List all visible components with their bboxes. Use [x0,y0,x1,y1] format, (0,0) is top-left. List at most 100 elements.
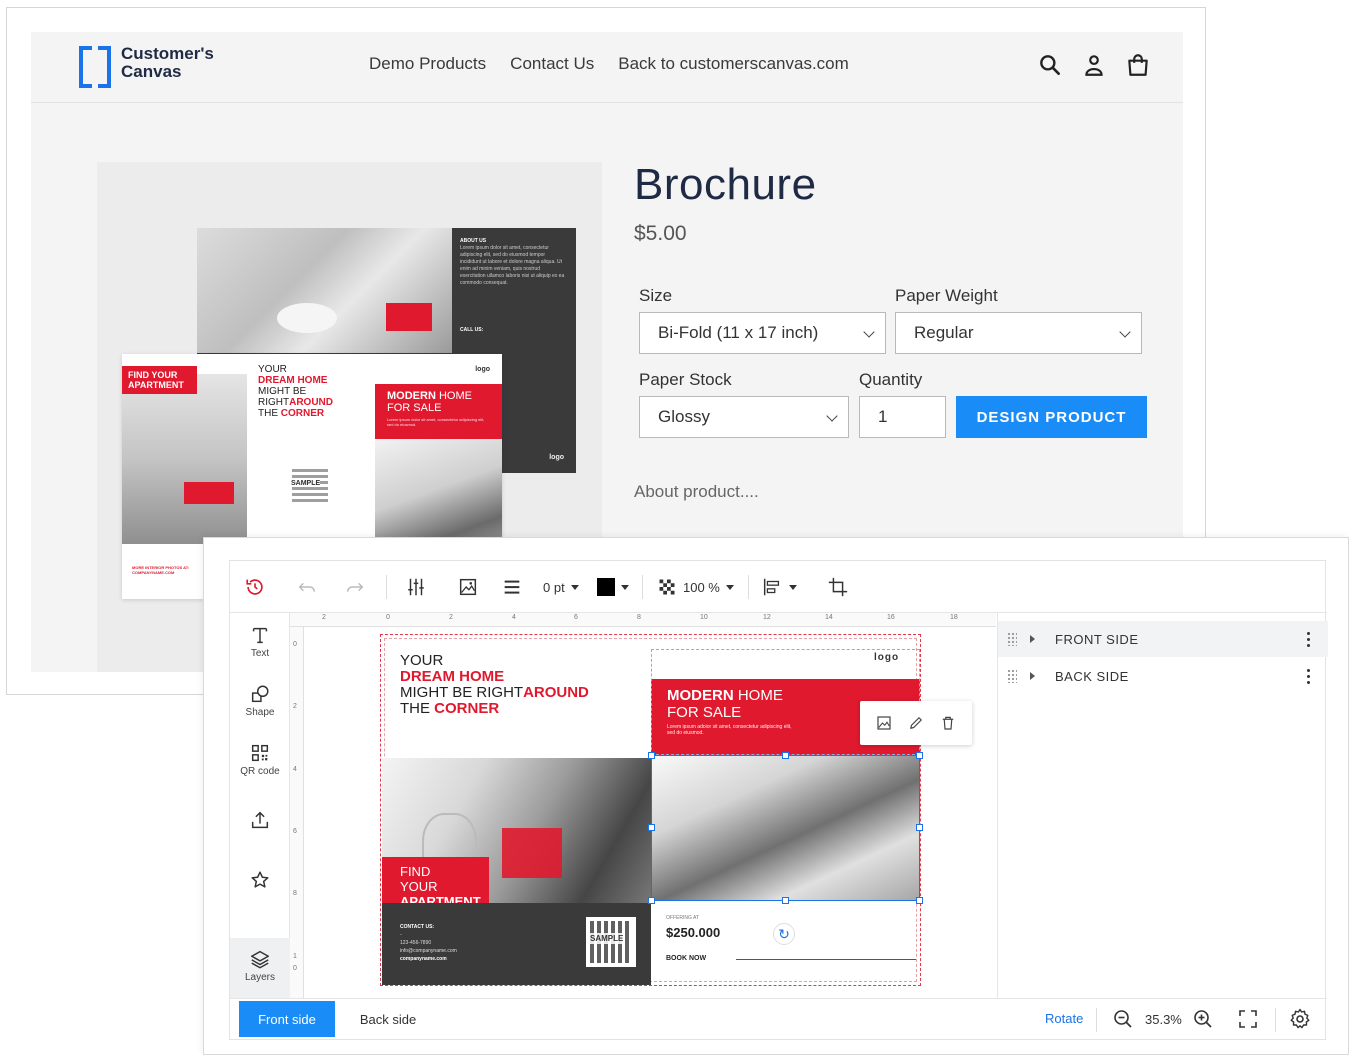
nav-contact-us[interactable]: Contact Us [510,54,594,74]
qr-code-tool[interactable]: QR code [230,742,290,777]
price-text[interactable]: $250.000 [666,925,720,940]
more-options-icon[interactable] [1307,631,1311,647]
layers-tool-content: Layers [230,948,290,983]
account-icon[interactable] [1081,52,1107,78]
align-dropdown[interactable] [761,575,797,599]
shape-tool[interactable]: Shape [230,683,290,718]
modern-home-banner: MODERN HOME FOR SALE Lorem ipsum dolor s… [375,384,502,439]
bottom-divider [1275,1008,1276,1032]
align-left-icon [763,578,780,596]
surface-label-back: BACK SIDE [1055,668,1129,684]
crop-button[interactable] [827,575,849,599]
design-canvas[interactable]: YOUR DREAM HOME MIGHT BE RIGHTAROUND THE… [305,628,996,998]
drag-handle-icon[interactable] [1007,632,1017,646]
resize-handle[interactable] [782,752,789,759]
delete-trash-icon[interactable] [939,714,957,732]
resize-handle[interactable] [648,752,655,759]
design-product-button[interactable]: DESIGN PRODUCT [956,396,1147,438]
expand-triangle-icon[interactable] [1030,635,1035,643]
resize-handle[interactable] [916,897,923,904]
stroke-style-button[interactable] [501,575,523,599]
redo-button[interactable] [344,575,366,599]
ruler-label: 2 [322,614,326,621]
resize-handle[interactable] [648,897,655,904]
dream-home-heading[interactable]: YOUR DREAM HOME MIGHT BE RIGHTAROUND THE… [400,653,589,717]
paper-weight-select[interactable]: Regular [895,312,1142,354]
replace-image-icon[interactable] [875,714,893,732]
drag-handle-icon[interactable] [1007,669,1017,683]
for-sale: FOR SALE [387,402,442,414]
image-button[interactable] [457,575,479,599]
front-side-button[interactable]: Front side [239,1001,335,1037]
text-tool[interactable]: Text [230,624,290,659]
dream-home-heading: YOUR DREAM HOME MIGHT BE RIGHTAROUND THE… [258,364,333,419]
qr-code-image[interactable]: SAMPLE [586,917,636,967]
surface-item-back[interactable]: BACK SIDE [998,658,1328,694]
size-select[interactable]: Bi-Fold (11 x 17 inch) [639,312,886,354]
resize-handle[interactable] [916,752,923,759]
ruler-horizontal[interactable]: 2 0 2 4 6 8 10 12 14 16 18 [290,613,996,627]
text-tool-label: Text [250,648,270,659]
store-logo[interactable]: Customer's Canvas [79,45,231,88]
opacity-dropdown[interactable]: 100 % [657,575,734,599]
favorites-tool[interactable] [230,869,290,893]
expand-triangle-icon[interactable] [1030,672,1035,680]
paper-weight-value: Regular [914,323,974,342]
logo-bracket-icon [79,46,111,88]
more-photos-text: MORE INTERIOR PHOTOS AT: COMPANYNAME.COM [132,565,189,575]
edit-pencil-icon[interactable] [907,714,925,732]
gear-icon[interactable] [1288,1007,1312,1031]
undo-icon [298,582,316,592]
history-button[interactable] [244,575,266,599]
toolbar-divider [386,575,387,599]
paper-stock-select[interactable]: Glossy [639,396,849,438]
ruler-label: 2 [449,614,453,621]
back-side-button[interactable]: Back side [352,1001,424,1037]
adjustments-button[interactable] [405,575,427,599]
image-icon [459,578,477,596]
ruler-label: 0 [293,641,297,648]
fullscreen-icon[interactable] [1236,1007,1260,1031]
contact-text: CONTACT US: - 123-456-7890 info@companyn… [400,923,457,963]
find-apartment-badge[interactable]: FIND YOUR APARTMENT [382,857,489,909]
resize-handle[interactable] [916,824,923,831]
about-product-text: About product.... [634,482,759,501]
zoom-in-icon[interactable] [1191,1007,1215,1031]
resize-handle[interactable] [648,824,655,831]
brochure-document[interactable]: YOUR DREAM HOME MIGHT BE RIGHTAROUND THE… [380,634,972,986]
find-line1: FIND YOUR [128,370,178,380]
product-title: Brochure [634,160,817,209]
undo-button[interactable] [296,575,318,599]
contact-panel[interactable]: CONTACT US: - 123-456-7890 info@companyn… [382,903,651,985]
more-options-icon[interactable] [1307,668,1311,684]
head-line3b: AROUND [523,684,589,701]
selection-frame[interactable] [651,755,920,901]
head-line4b: AROUND [289,397,333,408]
color-dropdown[interactable] [597,575,629,599]
layers-tool[interactable]: Layers [230,938,290,998]
cart-icon[interactable] [1125,52,1151,78]
ruler-label: 4 [512,614,516,621]
search-icon[interactable] [1037,52,1063,78]
ruler-label: 14 [825,614,833,621]
nav-back-to-site[interactable]: Back to customerscanvas.com [618,54,849,74]
ruler-vertical[interactable]: 0 2 4 6 8 1 0 [290,627,304,998]
upload-tool[interactable] [230,809,290,833]
stroke-width-dropdown[interactable]: 0 pt [543,575,579,599]
zoom-out-icon[interactable] [1111,1007,1135,1031]
book-now-text[interactable]: BOOK NOW [666,955,706,962]
quantity-input[interactable]: 1 [859,396,946,438]
rotate-handle-icon[interactable]: ↻ [773,923,795,945]
rotate-button[interactable]: Rotate [1045,1011,1083,1026]
surface-label-front: FRONT SIDE [1055,631,1139,647]
ruler-label: 2 [293,703,297,710]
nav-demo-products[interactable]: Demo Products [369,54,486,74]
resize-handle[interactable] [782,897,789,904]
paper-weight-label: Paper Weight [895,286,998,305]
ruler-label: 10 [700,614,708,621]
find-line1: FIND YOUR [400,864,438,894]
line-weight-icon [504,580,520,594]
surface-item-front[interactable]: FRONT SIDE [998,621,1328,657]
store-header: Customer's Canvas Demo Products Contact … [31,32,1183,103]
bottom-divider [1096,1008,1097,1032]
